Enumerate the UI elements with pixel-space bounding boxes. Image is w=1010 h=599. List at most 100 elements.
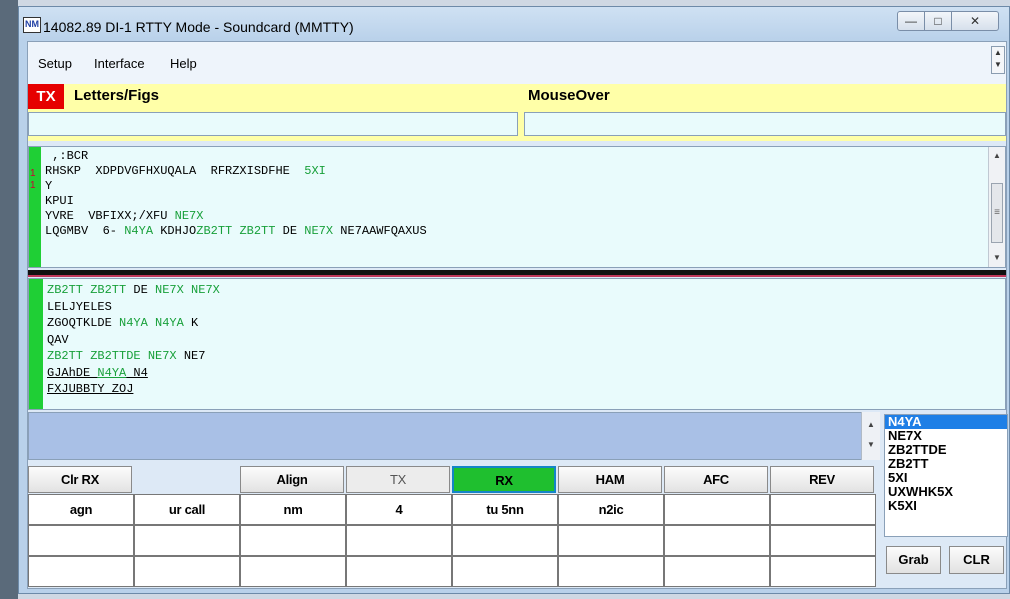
macro-button[interactable] [770,525,876,556]
control-button-row: Clr RX Align TX RX HAM AFC REV [28,466,880,494]
rx-text-segment: KPUI [45,194,74,208]
tx-indicator: TX [28,84,64,109]
grab-button[interactable]: Grab [886,546,941,574]
rx-text-line: FXJUBBTY ZOJ [47,381,220,398]
rx-text-line: QAV [47,332,220,349]
clr-rx-button[interactable]: Clr RX [28,466,132,493]
rx-text-segment: LELJYELES [47,299,112,314]
side-number: 1 [30,168,36,179]
rx-text-segment: ,:BCR [45,149,89,163]
macro-button[interactable]: 4 [346,494,452,525]
scroll-down-icon[interactable]: ▼ [862,440,880,449]
tx-scrollbar[interactable]: ▲ ▼ [861,412,880,460]
mmtty-window: NM 14082.89 DI-1 RTTY Mode - Soundcard (… [18,6,1010,594]
rx-second-window[interactable]: ZB2TT ZB2TT DE NE7X NE7X LELJYELES ZGOQTKL… [28,278,1006,410]
rx-button[interactable]: RX [452,466,556,493]
align-button[interactable]: Align [240,466,344,493]
macro-button[interactable] [28,525,134,556]
afc-button[interactable]: AFC [664,466,768,493]
macro-button[interactable] [134,556,240,587]
rx-text-line: Y [45,179,427,194]
scroll-up-icon[interactable]: ▲ [989,149,1005,163]
rev-button[interactable]: REV [770,466,874,493]
macro-row-2 [28,525,880,556]
callsign-list[interactable]: N4YA NE7X ZB2TTDE ZB2TT 5XI UXWHK5X K5XI [884,414,1008,537]
macro-button[interactable]: agn [28,494,134,525]
rx-text-segment: ZB2TT ZB2TT [196,224,276,238]
macro-button[interactable] [770,494,876,525]
tx-input-box[interactable] [28,412,880,460]
rx-second-text: ZB2TT ZB2TT DE NE7X NE7X LELJYELES ZGOQTKL… [47,282,220,398]
menu-setup[interactable]: Setup [38,56,72,71]
scroll-thumb[interactable]: ≡ [991,183,1003,243]
macro-row-1: agn ur call nm 4 tu 5nn n2ic [28,494,880,525]
rx-second-level-bar [29,279,43,409]
rx-text-segment: ZB2TT ZB2TTDE NE7X [47,349,177,363]
macro-button[interactable]: tu 5nn [452,494,558,525]
rx-text-segment: ZB2TT ZB2TT [47,283,127,297]
rx-text-segment: ZGOQTKLDE [47,316,120,330]
tx-button[interactable]: TX [346,466,450,493]
macro-button[interactable]: nm [240,494,346,525]
scroll-down-icon[interactable]: ▼ [989,251,1005,265]
macro-button[interactable] [134,525,240,556]
callsign-item[interactable]: 5XI [885,471,1007,485]
rx-text-line: LQGMBV 6- N4YA KDHJOZB2TT ZB2TT DE NE7X … [45,224,427,239]
ham-button[interactable]: HAM [558,466,662,493]
minimize-button[interactable]: — [897,11,925,31]
macro-button[interactable] [346,556,452,587]
menu-interface[interactable]: Interface [94,56,145,71]
macro-button[interactable] [346,525,452,556]
macro-button[interactable] [664,525,770,556]
rx-text-segment: N4YA [124,224,154,238]
rx-text-segment: N4 [126,365,148,380]
rx-main-window[interactable]: 1 1 ,:BCR RHSKP XDPDVGFHXUQALA RFRZXISDFH… [28,146,1006,268]
rx-text-segment: N4YA N4YA [119,316,184,330]
menu-bar: Setup Interface Help ▲ ▼ [28,42,1006,84]
letters-figs-field[interactable] [28,112,518,136]
callsign-item[interactable]: NE7X [885,429,1007,443]
macro-button[interactable]: n2ic [558,494,664,525]
rx-text-line: KPUI [45,194,427,209]
macro-button[interactable] [770,556,876,587]
macro-button[interactable] [240,556,346,587]
field-row [28,109,1006,141]
rx-text-segment: NE7X [174,209,204,223]
callsign-item[interactable]: UXWHK5X [885,485,1007,499]
callsign-item[interactable]: N4YA [885,415,1007,429]
rx-text-segment: RHSKP XDPDVGFHXUQALA RFRZXISDFHE [45,164,305,178]
macro-button[interactable]: ur call [134,494,240,525]
maximize-button[interactable]: □ [924,11,952,31]
mouseover-label: MouseOver [528,87,610,104]
callsign-item[interactable]: ZB2TTDE [885,443,1007,457]
macro-button[interactable] [558,556,664,587]
macro-button[interactable] [664,494,770,525]
close-button[interactable]: ✕ [951,11,999,31]
macro-button[interactable] [558,525,664,556]
spin-down-icon[interactable]: ▼ [992,59,1004,71]
mouseover-field[interactable] [524,112,1006,136]
callsign-item[interactable]: K5XI [885,499,1007,513]
callsign-item[interactable]: ZB2TT [885,457,1007,471]
side-number: 1 [30,180,36,191]
macro-button[interactable] [240,525,346,556]
macro-button[interactable] [28,556,134,587]
menu-help[interactable]: Help [170,56,197,71]
rx-text-segment: NE7X [304,224,334,238]
clr-button[interactable]: CLR [949,546,1004,574]
rx-text-segment: NE7AAWFQAXUS [333,224,427,238]
rx-text-line: YVRE VBFIXX;/XFU NE7X [45,209,427,224]
spin-up-icon[interactable]: ▲ [992,47,1004,59]
rx-text-segment: K [183,316,199,330]
rx-text-line: ,:BCR [45,149,427,164]
macro-button[interactable] [452,525,558,556]
menu-spin-control[interactable]: ▲ ▼ [991,46,1005,74]
macro-button[interactable] [664,556,770,587]
rx-text-segment: Y [45,179,53,193]
rx-text-segment: KDHJO [153,224,197,238]
pane-divider-accent [28,275,1006,277]
macro-button[interactable] [452,556,558,587]
scroll-up-icon[interactable]: ▲ [862,420,880,429]
rx-main-scrollbar[interactable]: ▲ ≡ ▼ [988,147,1005,267]
title-bar[interactable]: NM 14082.89 DI-1 RTTY Mode - Soundcard (… [19,7,1009,41]
